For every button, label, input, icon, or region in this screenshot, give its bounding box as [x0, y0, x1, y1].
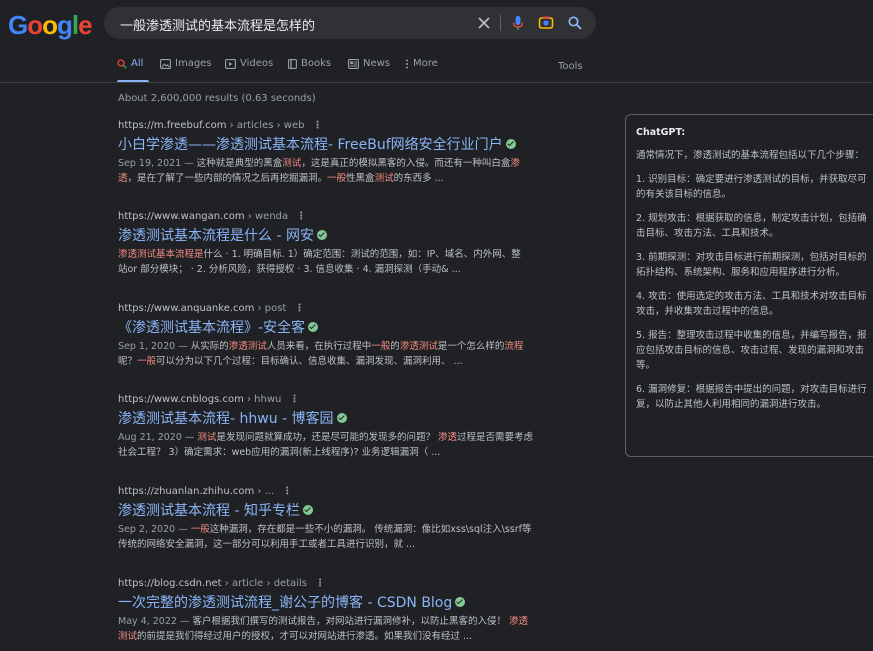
book-icon: [288, 58, 297, 69]
logo-letter: o: [42, 10, 58, 40]
tab-label: Books: [301, 58, 332, 69]
more-vert-icon: [406, 59, 408, 68]
result-snippet: Sep 2, 2020 — 一般这种漏洞，存在都是一些不小的漏洞。 传统漏洞：像…: [118, 524, 532, 550]
search-icon: [117, 58, 127, 69]
search-input[interactable]: [118, 7, 462, 41]
verified-icon: [455, 597, 466, 607]
verified-icon: [308, 322, 319, 332]
tools-button[interactable]: Tools: [558, 61, 583, 72]
search-bar: [104, 7, 596, 41]
search-result: https://zhuanlan.zhihu.com › ... ⋮ 渗透测试基本…: [118, 486, 558, 552]
chatgpt-step: 6. 漏洞修复：根据报告中提出的问题，对攻击目标进行 复，以防止其他人利用相同的…: [636, 384, 867, 410]
clear-icon[interactable]: [474, 13, 494, 33]
verified-icon: [302, 505, 313, 515]
search-result: https://www.cnblogs.com › hhwu ⋮ 渗透测试基本流程…: [118, 394, 558, 460]
more-options-icon[interactable]: ⋮: [289, 394, 299, 405]
header-divider: [0, 82, 873, 83]
chatgpt-step: 2. 规划攻击：根据获取的信息，制定攻击计划，包括确 击目标、攻击方法、工具和技…: [636, 213, 867, 239]
search-result: https://m.freebuf.com › articles › web ⋮ …: [118, 120, 558, 186]
result-title-link[interactable]: 渗透测试基本流程- hhwu - 博客园: [118, 408, 558, 428]
verified-icon: [316, 230, 327, 240]
result-snippet: Sep 1, 2020 — 从实际的渗透测试人员来看，在执行过程中一般的渗透测试…: [118, 341, 524, 367]
verified-icon: [505, 139, 516, 149]
result-url[interactable]: https://zhuanlan.zhihu.com › ... ⋮: [118, 486, 558, 497]
result-title-link[interactable]: 一次完整的渗透测试流程_谢公子的博客 - CSDN Blog: [118, 592, 558, 612]
result-title-link[interactable]: 渗透测试基本流程 - 知乎专栏: [118, 500, 558, 520]
chatgpt-panel: ChatGPT: 通常情况下，渗透测试的基本流程包括以下几个步骤： 1. 识别目…: [625, 114, 873, 457]
tab-label: More: [413, 58, 438, 69]
result-url[interactable]: https://m.freebuf.com › articles › web ⋮: [118, 120, 558, 131]
image-icon: [160, 58, 171, 69]
tab-label: Videos: [240, 58, 274, 69]
chatgpt-step: 5. 报告：整理攻击过程中收集的信息，并编写报告，报 应包括攻击目标的信息、攻击…: [636, 330, 867, 371]
tab-label: News: [363, 58, 391, 69]
more-options-icon[interactable]: ⋮: [294, 303, 304, 314]
result-title-link[interactable]: 小白学渗透——渗透测试基本流程- FreeBuf网络安全行业门户: [118, 134, 558, 154]
logo-letter: G: [8, 10, 28, 40]
result-title-link[interactable]: 渗透测试基本流程是什么 - 网安: [118, 225, 558, 245]
tab-label: All: [131, 58, 144, 69]
chatgpt-step: 1. 识别目标：确定要进行渗透测试的目标，并获取尽可 的有关该目标的信息。: [636, 174, 867, 200]
chatgpt-title: ChatGPT:: [636, 127, 686, 138]
tab-videos[interactable]: Videos: [225, 58, 273, 69]
chatgpt-step: 4. 攻击：使用选定的攻击方法、工具和技术对攻击目标 攻击，并收集攻击过程中的信…: [636, 291, 867, 317]
result-snippet: Sep 19, 2021 — 这种就是典型的黑盒测试，这是真正的模拟黑客的入侵。…: [118, 158, 520, 184]
tab-more[interactable]: More: [405, 58, 438, 69]
logo-letter: g: [57, 10, 73, 40]
result-url[interactable]: https://www.cnblogs.com › hhwu ⋮: [118, 394, 558, 405]
result-snippet: Aug 21, 2020 — 测试是发现问题就算成功，还是尽可能的发现多的问题？…: [118, 432, 533, 458]
result-snippet: May 4, 2022 — 客户根据我们撰写的测试报告，对网站进行漏洞修补，以防…: [118, 616, 529, 642]
more-options-icon[interactable]: ⋮: [315, 578, 325, 589]
google-logo[interactable]: Google: [8, 10, 93, 41]
logo-letter: o: [27, 10, 43, 40]
logo-letter: e: [78, 10, 93, 40]
tab-books[interactable]: Books: [288, 58, 331, 69]
result-title-link[interactable]: 《渗透测试基本流程》-安全客: [118, 317, 558, 337]
camera-lens-icon[interactable]: [536, 13, 556, 33]
news-icon: [348, 58, 359, 69]
result-url[interactable]: https://www.anquanke.com › post ⋮: [118, 303, 558, 314]
tab-news[interactable]: News: [348, 58, 390, 69]
microphone-icon[interactable]: [508, 13, 528, 33]
search-result: https://www.anquanke.com › post ⋮ 《渗透测试基本…: [118, 303, 558, 369]
verified-icon: [336, 413, 347, 423]
more-options-icon[interactable]: ⋮: [282, 486, 292, 497]
tab-images[interactable]: Images: [160, 58, 212, 69]
search-result: https://blog.csdn.net › article › detail…: [118, 578, 558, 644]
more-options-icon[interactable]: ⋮: [296, 211, 306, 222]
more-options-icon[interactable]: ⋮: [312, 120, 322, 131]
tab-label: Images: [175, 58, 212, 69]
search-icon[interactable]: [565, 13, 585, 33]
play-icon: [225, 58, 236, 69]
search-divider: [500, 15, 501, 31]
result-url[interactable]: https://www.wangan.com › wenda ⋮: [118, 211, 558, 222]
result-stats: About 2,600,000 results (0.63 seconds): [118, 93, 316, 104]
result-url[interactable]: https://blog.csdn.net › article › detail…: [118, 578, 558, 589]
chatgpt-intro: 通常情况下，渗透测试的基本流程包括以下几个步骤：: [636, 150, 865, 161]
tab-all[interactable]: All: [117, 58, 143, 69]
chatgpt-step: 3. 前期探测：对攻击目标进行前期探测，包括对目标的 拓扑结构、系统架构、服务和…: [636, 252, 867, 278]
search-result: https://www.wangan.com › wenda ⋮ 渗透测试基本流程…: [118, 211, 558, 277]
result-snippet: 渗透测试基本流程是什么 · 1. 明确目标. 1）确定范围：测试的范围，如：IP…: [118, 249, 521, 275]
